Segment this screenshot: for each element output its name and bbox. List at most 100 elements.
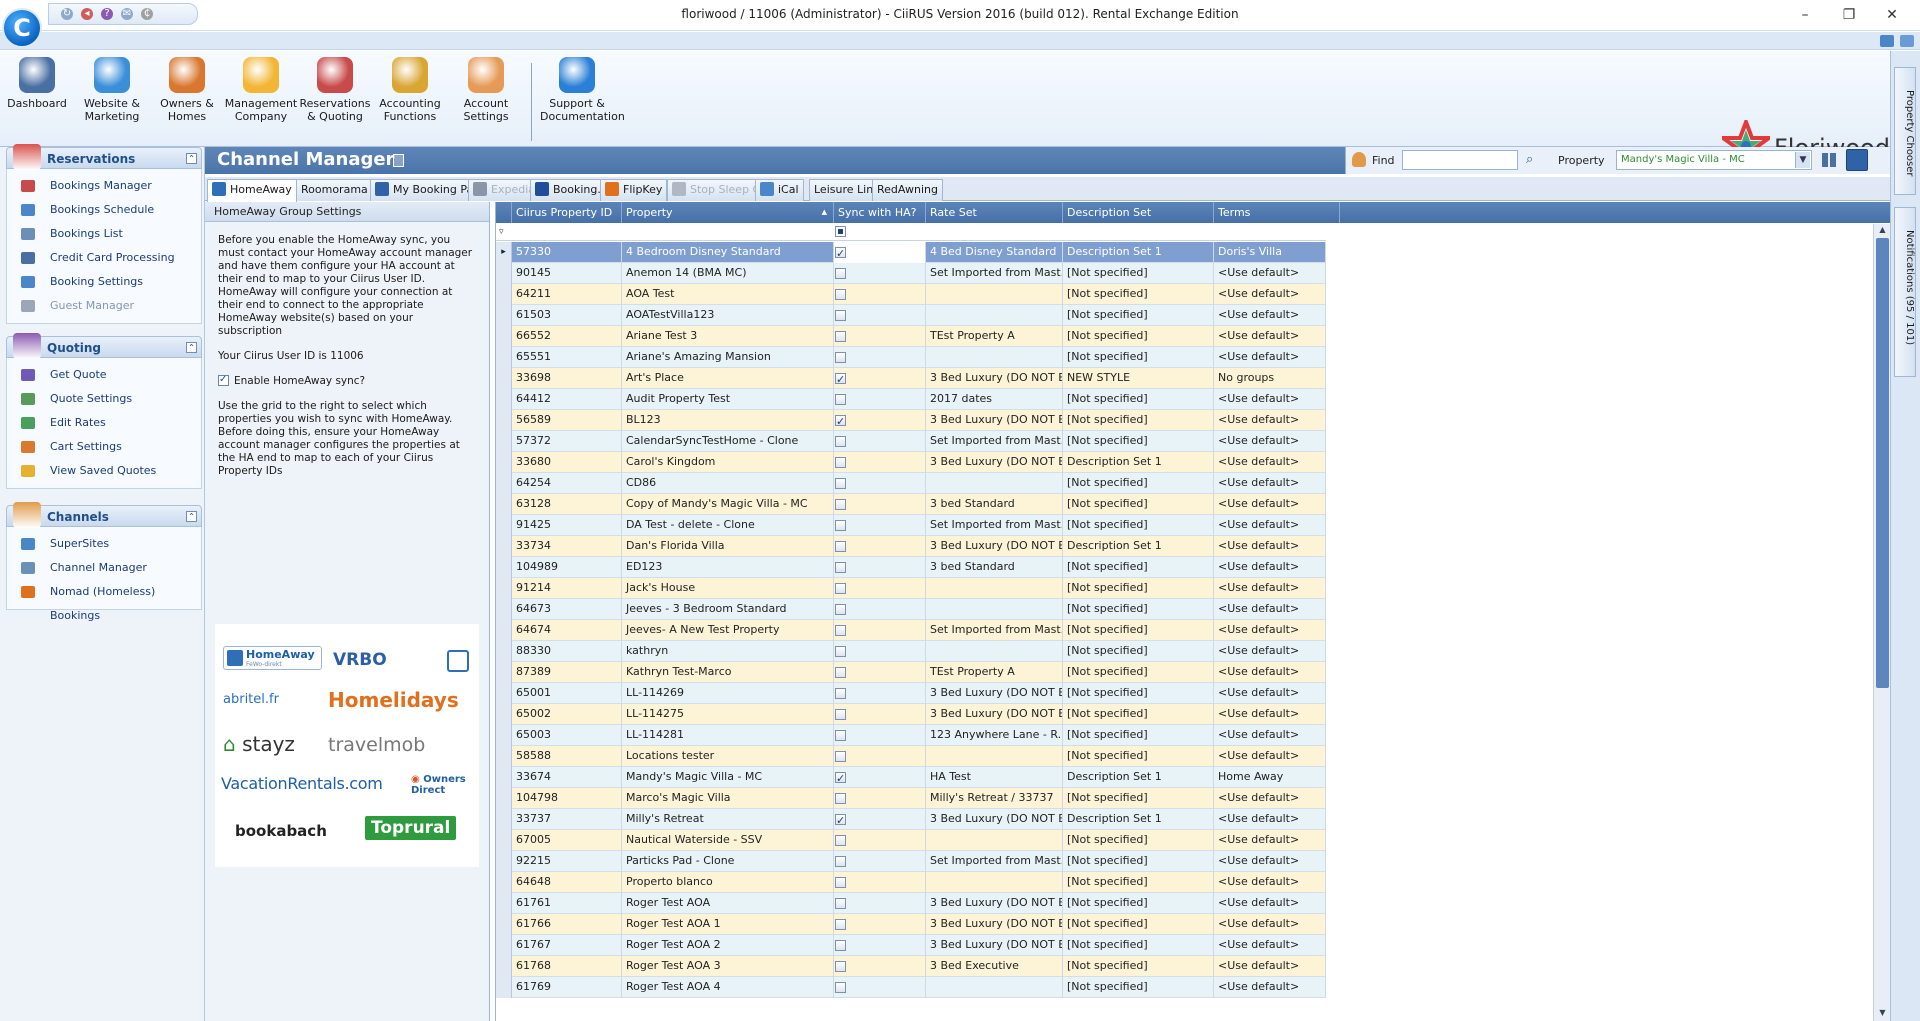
cell-terms[interactable]: <Use default> <box>1214 809 1326 830</box>
tab-my-booking-pal[interactable]: My Booking Pal <box>370 179 482 201</box>
cell-property[interactable]: Audit Property Test <box>622 389 834 410</box>
cell-terms[interactable]: No groups <box>1214 368 1326 389</box>
cell-terms[interactable]: <Use default> <box>1214 872 1326 893</box>
row-selector[interactable] <box>496 389 512 410</box>
sync-checkbox[interactable] <box>835 982 846 993</box>
table-row[interactable]: 91214 Jack's House [Not specified] <Use def… <box>496 578 1326 599</box>
cell-id[interactable]: 66552 <box>512 326 622 347</box>
table-row[interactable]: 104798 Marco's Magic Villa Milly's Retreat… <box>496 788 1326 809</box>
row-selector[interactable] <box>496 893 512 914</box>
sync-checkbox[interactable] <box>835 835 846 846</box>
tab-roomorama[interactable]: Roomorama <box>296 179 373 201</box>
row-selector[interactable] <box>496 473 512 494</box>
cell-rate[interactable] <box>926 473 1063 494</box>
cell-desc[interactable]: [Not specified] <box>1063 683 1214 704</box>
cell-terms[interactable]: <Use default> <box>1214 515 1326 536</box>
column-header-ciirus-property-id[interactable]: Ciirus Property ID <box>512 202 622 223</box>
cell-desc[interactable]: [Not specified] <box>1063 389 1214 410</box>
cell-sync[interactable] <box>834 242 926 263</box>
cell-rate[interactable]: 123 Anywhere Lane - R... <box>926 725 1063 746</box>
cell-sync[interactable] <box>834 368 926 389</box>
app-menu-orb[interactable]: C <box>2 8 42 48</box>
row-selector[interactable] <box>496 599 512 620</box>
cell-property[interactable]: LL-114269 <box>622 683 834 704</box>
cell-property[interactable]: Jeeves - 3 Bedroom Standard <box>622 599 834 620</box>
cell-desc[interactable]: [Not specified] <box>1063 326 1214 347</box>
sync-checkbox[interactable] <box>835 961 846 972</box>
table-row[interactable]: 61769 Roger Test AOA 4 [Not specified] <Use… <box>496 977 1326 998</box>
cell-terms[interactable]: <Use default> <box>1214 536 1326 557</box>
sync-checkbox[interactable] <box>835 646 846 657</box>
cell-id[interactable]: 61769 <box>512 977 622 998</box>
cell-sync[interactable] <box>834 473 926 494</box>
cell-property[interactable]: Kathryn Test-Marco <box>622 662 834 683</box>
cell-property[interactable]: Marco's Magic Villa <box>622 788 834 809</box>
cell-property[interactable]: AOATestVilla123 <box>622 305 834 326</box>
cell-property[interactable]: Jeeves- A New Test Property <box>622 620 834 641</box>
cell-rate[interactable]: Set Imported from Mast... <box>926 431 1063 452</box>
cell-terms[interactable]: <Use default> <box>1214 914 1326 935</box>
row-selector[interactable] <box>496 494 512 515</box>
cell-property[interactable]: Roger Test AOA 4 <box>622 977 834 998</box>
table-row[interactable]: 64674 Jeeves- A New Test Property Set Impo… <box>496 620 1326 641</box>
cell-rate[interactable]: Set Imported from Mast... <box>926 851 1063 872</box>
cell-terms[interactable]: <Use default> <box>1214 431 1326 452</box>
cell-sync[interactable] <box>834 704 926 725</box>
row-selector[interactable] <box>496 431 512 452</box>
cell-sync[interactable] <box>834 725 926 746</box>
cell-id[interactable]: 91214 <box>512 578 622 599</box>
sync-checkbox[interactable] <box>835 919 846 930</box>
cell-rate[interactable] <box>926 284 1063 305</box>
panel-layout-icon[interactable] <box>1880 35 1894 47</box>
row-selector[interactable] <box>496 620 512 641</box>
nav-item-bookings-schedule[interactable]: Bookings Schedule <box>7 198 201 222</box>
sync-checkbox[interactable] <box>835 457 846 468</box>
cell-desc[interactable]: Description Set 1 <box>1063 809 1214 830</box>
cell-rate[interactable]: Milly's Retreat / 33737 <box>926 788 1063 809</box>
sync-checkbox[interactable] <box>835 370 846 390</box>
cell-sync[interactable] <box>834 410 926 431</box>
table-row[interactable]: 66552 Ariane Test 3 TEst Property A [Not sp… <box>496 326 1326 347</box>
cell-desc[interactable]: [Not specified] <box>1063 284 1214 305</box>
ribbon-button-gauge[interactable]: Dashboard <box>0 57 74 110</box>
cell-rate[interactable]: 3 bed Standard <box>926 494 1063 515</box>
cell-desc[interactable]: [Not specified] <box>1063 746 1214 767</box>
row-selector[interactable] <box>496 767 512 788</box>
cell-desc[interactable]: [Not specified] <box>1063 914 1214 935</box>
table-row[interactable]: 64254 CD86 [Not specified] <Use default> <box>496 473 1326 494</box>
cell-property[interactable]: LL-114281 <box>622 725 834 746</box>
cell-property[interactable]: Roger Test AOA 1 <box>622 914 834 935</box>
cell-desc[interactable]: [Not specified] <box>1063 473 1214 494</box>
cell-desc[interactable]: [Not specified] <box>1063 263 1214 284</box>
scroll-thumb[interactable] <box>1876 238 1889 688</box>
cell-desc[interactable]: [Not specified] <box>1063 725 1214 746</box>
cell-terms[interactable]: <Use default> <box>1214 788 1326 809</box>
cell-rate[interactable]: 3 Bed Luxury (DO NOT E... <box>926 914 1063 935</box>
cell-sync[interactable] <box>834 557 926 578</box>
sync-checkbox[interactable] <box>835 811 846 831</box>
table-row[interactable]: 33680 Carol's Kingdom 3 Bed Luxury (DO NOT… <box>496 452 1326 473</box>
cell-desc[interactable]: [Not specified] <box>1063 557 1214 578</box>
tab-homeaway[interactable]: HomeAway <box>207 179 297 202</box>
cell-rate[interactable]: 2017 dates <box>926 389 1063 410</box>
cell-id[interactable]: 65551 <box>512 347 622 368</box>
cell-rate[interactable] <box>926 599 1063 620</box>
cell-sync[interactable] <box>834 326 926 347</box>
table-row[interactable]: 57372 CalendarSyncTestHome - Clone Set Imp… <box>496 431 1326 452</box>
row-selector[interactable] <box>496 347 512 368</box>
cell-sync[interactable] <box>834 452 926 473</box>
cell-desc[interactable]: [Not specified] <box>1063 830 1214 851</box>
table-row[interactable]: 87389 Kathryn Test-Marco TEst Property A [N… <box>496 662 1326 683</box>
cell-property[interactable]: Roger Test AOA 3 <box>622 956 834 977</box>
cell-id[interactable]: 64254 <box>512 473 622 494</box>
sync-checkbox[interactable] <box>835 751 846 762</box>
sync-checkbox[interactable] <box>835 331 846 342</box>
cell-terms[interactable]: <Use default> <box>1214 410 1326 431</box>
cell-rate[interactable]: 3 Bed Executive <box>926 956 1063 977</box>
search-icon[interactable]: ⌕ <box>1526 152 1542 168</box>
cell-sync[interactable] <box>834 494 926 515</box>
cell-sync[interactable] <box>834 851 926 872</box>
cell-id[interactable]: 65001 <box>512 683 622 704</box>
sync-checkbox[interactable] <box>835 856 846 867</box>
cell-property[interactable]: 4 Bedroom Disney Standard <box>622 242 834 263</box>
